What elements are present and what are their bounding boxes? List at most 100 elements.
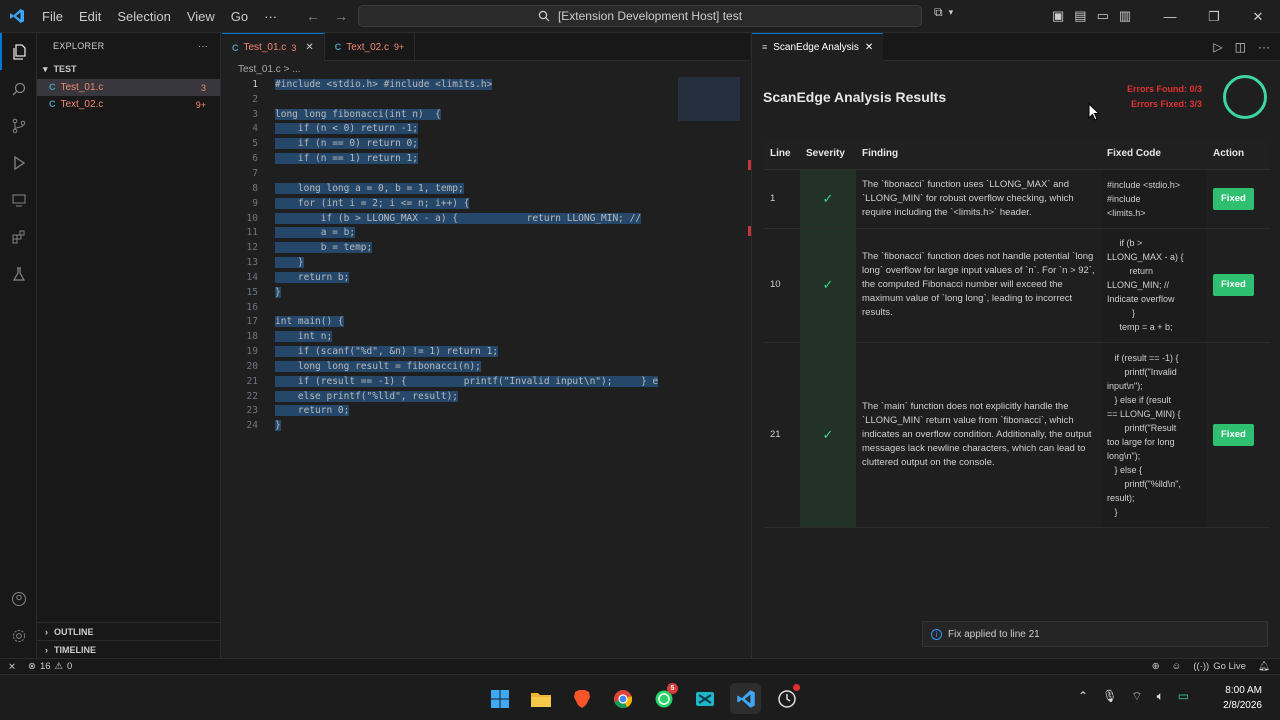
code-line[interactable]: 7 (222, 166, 672, 181)
go-live-button[interactable]: ((·)) Go Live (1193, 661, 1246, 672)
fixed-button[interactable]: Fixed (1213, 187, 1254, 210)
more-actions-icon[interactable]: ··· (198, 41, 208, 51)
code-line[interactable]: 4 if (n < 0) return -1; (222, 122, 672, 137)
zoom-icon[interactable]: ⊕ (1152, 661, 1160, 672)
copilot-status-icon[interactable]: ☺ (1172, 661, 1182, 672)
windows-start-icon[interactable] (484, 683, 515, 714)
code-line[interactable]: 16 (222, 300, 672, 315)
command-center[interactable]: [Extension Development Host] test (358, 5, 922, 27)
line-cell: 21 (764, 342, 800, 528)
wifi-icon[interactable]: ⌔ (1131, 689, 1142, 704)
menu-more[interactable]: ··· (256, 0, 285, 33)
back-arrow-icon[interactable]: ← (306, 8, 320, 24)
chevron-up-icon[interactable]: ⌃ (1078, 689, 1088, 704)
code-text: int main() { (275, 316, 344, 328)
vscode-taskbar-icon[interactable] (730, 683, 761, 714)
code-line[interactable]: 14 return b; (222, 270, 672, 285)
code-line[interactable]: 18 int n; (222, 329, 672, 344)
menu-file[interactable]: File (34, 0, 71, 33)
code-line[interactable]: 15} (222, 285, 672, 300)
file-item-test-01[interactable]: C Test_01.c 3 (37, 79, 220, 96)
chevron-down-icon[interactable]: ▾ (949, 7, 954, 18)
code-line[interactable]: 3 long long fibonacci(int n) { (222, 107, 672, 122)
tab-scanedge-analysis[interactable]: ≡ ScanEdge Analysis ✕ (752, 32, 884, 61)
code-line[interactable]: 11 a = b; (222, 225, 672, 240)
forward-arrow-icon[interactable]: → (334, 8, 348, 24)
menu-go[interactable]: Go (223, 0, 256, 33)
code-line[interactable]: 24} (222, 418, 672, 433)
split-editor-icon[interactable]: ◫ (1235, 40, 1246, 54)
more-actions-icon[interactable]: ··· (1258, 40, 1270, 54)
menu-edit[interactable]: Edit (71, 0, 109, 33)
remote-explorer-icon[interactable] (0, 181, 37, 218)
toggle-sidebar-icon[interactable]: ▤ (1074, 8, 1086, 24)
close-tab-icon[interactable]: ✕ (865, 42, 873, 53)
code-line[interactable]: 23 return 0; (222, 404, 672, 419)
whatsapp-icon[interactable]: 5 (648, 683, 679, 714)
account-icon[interactable] (0, 580, 37, 617)
tab-test-01[interactable]: C Test_01.c 3 ✕ (222, 33, 325, 61)
breadcrumb[interactable]: Test_01.c > ... (222, 61, 750, 77)
folder-test[interactable]: ▾ TEST (37, 59, 220, 79)
fixed-button[interactable]: Fixed (1213, 274, 1254, 296)
customize-layout-icon[interactable]: ▣ (1052, 8, 1064, 24)
code-editor[interactable]: 1 #include <stdio.h> #include <limits.h> 2… (222, 77, 672, 433)
volume-icon[interactable]: 🔈︎ (1157, 689, 1164, 704)
toggle-panel-icon[interactable]: ▭ (1097, 8, 1109, 24)
menu-view[interactable]: View (179, 0, 223, 33)
code-line[interactable]: 20 long long result = fibonacci(n); (222, 359, 672, 374)
notification-toast[interactable]: i Fix applied to line 21 (922, 621, 1268, 647)
c-file-icon: C (49, 99, 56, 109)
brave-browser-icon[interactable] (566, 683, 597, 714)
restore-icon[interactable]: ❐ (1192, 0, 1236, 33)
minimap[interactable] (678, 77, 740, 121)
problems-indicator[interactable]: ⊗ 16 ⚠ 0 (28, 661, 72, 672)
line-number: 21 (246, 375, 258, 387)
screen-recorder-icon[interactable] (771, 683, 802, 714)
finding-cell: The `fibonacci` function uses `LLONG_MAX… (856, 169, 1101, 229)
file-explorer-icon[interactable] (525, 683, 556, 714)
line-number: 6 (252, 153, 258, 165)
testing-icon[interactable] (0, 255, 37, 292)
microphone-icon[interactable]: 🎙︎ (1102, 689, 1117, 704)
notifications-bell-icon[interactable]: 🔔︎ (1258, 661, 1270, 672)
code-line[interactable]: 9 for (int i = 2; i <= n; i++) { (222, 196, 672, 211)
code-line[interactable]: 8 long long a = 0, b = 1, temp; (222, 181, 672, 196)
run-debug-icon[interactable] (0, 144, 37, 181)
code-line[interactable]: 22 else printf("%lld", result); (222, 389, 672, 404)
code-line[interactable]: 21 if (result == -1) { printf("Invalid i… (222, 374, 672, 389)
close-window-icon[interactable]: ✕ (1236, 0, 1280, 33)
run-icon[interactable]: ▷ (1213, 40, 1222, 54)
minimize-icon[interactable]: — (1148, 0, 1192, 33)
search-icon[interactable] (0, 70, 37, 107)
close-tab-icon[interactable]: ✕ (305, 42, 313, 53)
menu-selection[interactable]: Selection (109, 0, 178, 33)
code-line[interactable]: 5 if (n == 0) return 0; (222, 136, 672, 151)
file-item-text-02[interactable]: C Text_02.c 9+ (37, 96, 220, 113)
fixed-button[interactable]: Fixed (1213, 423, 1254, 446)
code-line[interactable]: 12 b = temp; (222, 240, 672, 255)
chrome-icon[interactable] (607, 683, 638, 714)
timeline-section[interactable]: › TIMELINE (37, 640, 221, 658)
code-line[interactable]: 10 if (b > LLONG_MAX - a) { return LLONG… (222, 211, 672, 226)
toast-message: Fix applied to line 21 (948, 628, 1040, 640)
capcut-icon[interactable] (689, 683, 720, 714)
clock[interactable]: 8:00 AM 2/8/2026 (1214, 683, 1262, 713)
code-line[interactable]: 17 int main() { (222, 315, 672, 330)
tab-text-02[interactable]: C Text_02.c 9+ (325, 33, 416, 61)
extensions-icon[interactable] (0, 218, 37, 255)
code-line[interactable]: 13 } (222, 255, 672, 270)
code-line[interactable]: 19 if (scanf("%d", &n) != 1) return 1; (222, 344, 672, 359)
explorer-icon[interactable] (0, 33, 37, 70)
outline-section[interactable]: › OUTLINE (37, 622, 221, 640)
code-text: if (n == 1) return 1; (275, 153, 418, 165)
code-line[interactable]: 6 if (n == 1) return 1; (222, 151, 672, 166)
source-control-icon[interactable] (0, 107, 37, 144)
code-line[interactable]: 1 #include <stdio.h> #include <limits.h> (222, 77, 672, 92)
battery-icon[interactable]: ▭ (1178, 689, 1189, 704)
toggle-secondary-sidebar-icon[interactable]: ▥ (1119, 8, 1131, 24)
code-line[interactable]: 2 (222, 92, 672, 107)
remote-indicator-icon[interactable]: ⨯ (8, 661, 16, 672)
settings-gear-icon[interactable] (0, 617, 37, 654)
copilot-icon[interactable]: ⧉ (934, 5, 943, 20)
